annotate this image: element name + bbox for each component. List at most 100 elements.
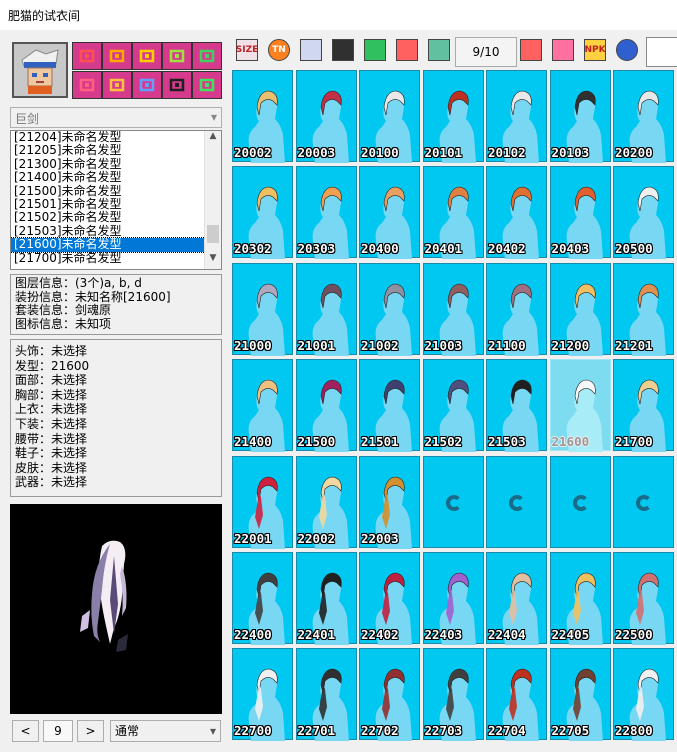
photo-icon[interactable] [428,39,450,61]
layer-info: 图层信息：(3个)a, b, d [15,276,142,290]
list-item[interactable]: [21502]未命名发型 [11,211,221,224]
item-code: 22500 [615,627,653,642]
hair-item-cell[interactable]: 20401 [422,166,484,260]
hair-item-cell[interactable]: 22402 [359,552,420,645]
hair-item-cell[interactable]: 21500 [295,359,357,453]
left-panel: 巨剑 ▾ [21204]未命名发型 [21205]未命名发型 [21300]未命名发… [0,30,228,752]
hair-item-cell[interactable]: 20500 [613,166,674,260]
chest-icon [169,49,185,63]
empty-slot[interactable] [422,455,484,548]
empty-slot[interactable] [549,455,611,548]
prev-page-button[interactable]: < [12,720,39,742]
hair-item-cell[interactable]: 20102 [486,70,547,163]
category-button-bottom[interactable] [72,71,102,99]
equip-slot: 面部：未选择 [15,373,88,388]
display-mode-select[interactable]: 通常 ▾ [110,720,221,742]
shirt-icon[interactable] [364,39,386,61]
hair-item-cell[interactable]: 22002 [295,455,357,549]
hair-item-cell[interactable]: 20103 [549,70,611,163]
hair-item-cell[interactable]: 20200 [613,70,674,163]
character-avatar-button[interactable] [12,42,68,98]
hair-item-cell[interactable]: 22703 [422,648,484,742]
export-icon[interactable] [520,39,542,61]
frame-icon[interactable] [300,39,322,61]
category-button-weapon[interactable] [192,71,222,99]
category-button-hat[interactable] [72,42,102,70]
equipment-summary: 头饰：未选择 发型：21600 面部：未选择 胸部：未选择 上衣：未选择 下装：未选择 腰带… [10,339,222,497]
hair-item-cell[interactable]: 22705 [549,648,611,742]
tn-icon[interactable]: TN [268,39,290,61]
hair-item-cell[interactable]: 21600 [549,359,611,453]
hair-item-cell[interactable]: 20303 [295,166,357,260]
empty-slot[interactable] [613,455,674,548]
hair-item-cell[interactable]: 21503 [486,359,547,453]
hair-item-cell[interactable]: 20402 [486,166,547,260]
film-icon[interactable] [332,39,354,61]
category-button-top[interactable] [192,42,222,70]
item-code: 21003 [424,337,463,353]
clock-icon[interactable] [396,39,418,61]
size-icon[interactable]: SIZE [236,39,258,61]
hair-item-cell[interactable]: 21000 [232,262,293,356]
hair-item-cell[interactable]: 20100 [359,70,420,163]
list-item[interactable]: [21205]未命名发型 [11,144,221,157]
hair-item-cell[interactable]: 22405 [549,552,611,645]
globe-icon[interactable] [616,39,638,61]
hair-item-cell[interactable]: 20403 [549,166,611,260]
list-scrollbar[interactable]: ▲ ▼ [204,131,221,269]
hair-item-cell[interactable]: 22701 [295,648,357,742]
hair-item-cell[interactable]: 22403 [422,552,484,645]
category-button-shoes[interactable] [132,71,162,99]
hair-item-cell[interactable]: 22500 [613,552,674,645]
scroll-down-icon[interactable]: ▼ [205,253,221,269]
hair-item-cell[interactable]: 21001 [295,262,357,356]
hair-item-cell[interactable]: 22702 [359,648,420,742]
next-page-button[interactable]: > [77,720,104,742]
hair-item-cell[interactable]: 21003 [422,262,484,356]
item-listbox[interactable]: [21204]未命名发型 [21205]未命名发型 [21300]未命名发型 [214… [10,130,222,270]
hair-item-cell[interactable]: 20003 [295,70,357,163]
hair-item-cell[interactable]: 22704 [486,648,547,742]
hair-item-cell[interactable]: 21501 [359,359,420,453]
item-code: 20103 [551,145,590,160]
hair-item-cell[interactable]: 21100 [486,262,547,356]
hair-item-cell[interactable]: 22400 [232,552,293,645]
category-button-belt[interactable] [102,71,132,99]
page-number-field[interactable]: 9 [43,720,73,742]
empty-slot[interactable] [486,455,547,548]
list-item[interactable]: [21400]未命名发型 [11,170,221,184]
hair-item-cell[interactable]: 21201 [613,262,674,356]
hair-item-cell[interactable]: 21200 [549,262,611,356]
category-button-face[interactable] [132,42,162,70]
item-code: 20002 [234,145,272,160]
list-item[interactable]: [21500]未命名发型 [11,184,221,198]
list-item[interactable]: [21600]未命名发型 [11,237,221,253]
scroll-up-icon[interactable]: ▲ [205,131,221,147]
weapon-type-select[interactable]: 巨剑 ▾ [10,107,222,128]
category-button-chest[interactable] [162,42,192,70]
hair-item-cell[interactable]: 20400 [359,166,420,260]
npk-icon[interactable]: NPK [584,39,606,61]
hair-item-cell[interactable]: 21400 [232,359,293,453]
hair-item-cell[interactable]: 20002 [232,70,293,163]
hair-item-cell[interactable]: 22003 [359,455,420,549]
scroll-thumb[interactable] [207,225,219,243]
category-button-skin[interactable] [162,71,192,99]
category-button-hair[interactable] [102,42,132,70]
hair-item-cell[interactable]: 22404 [486,552,547,645]
search-input[interactable] [646,37,677,67]
item-code: 21201 [615,337,653,353]
list-item[interactable]: [21700]未命名发型 [11,251,221,265]
hair-item-cell[interactable]: 22800 [613,648,674,742]
hair-item-cell[interactable]: 22700 [232,648,293,742]
hair-item-cell[interactable]: 21502 [422,359,484,453]
weapon-icon [199,78,215,92]
hair-item-cell[interactable]: 21700 [613,359,674,453]
hair-item-cell[interactable]: 20101 [422,70,484,163]
hair-item-cell[interactable]: 22001 [232,455,293,549]
hair-item-cell[interactable]: 20302 [232,166,293,260]
gift-icon[interactable] [552,39,574,61]
hair-item-cell[interactable]: 21002 [359,262,420,356]
hair-item-cell[interactable]: 22401 [295,552,357,645]
character-preview [10,504,222,714]
